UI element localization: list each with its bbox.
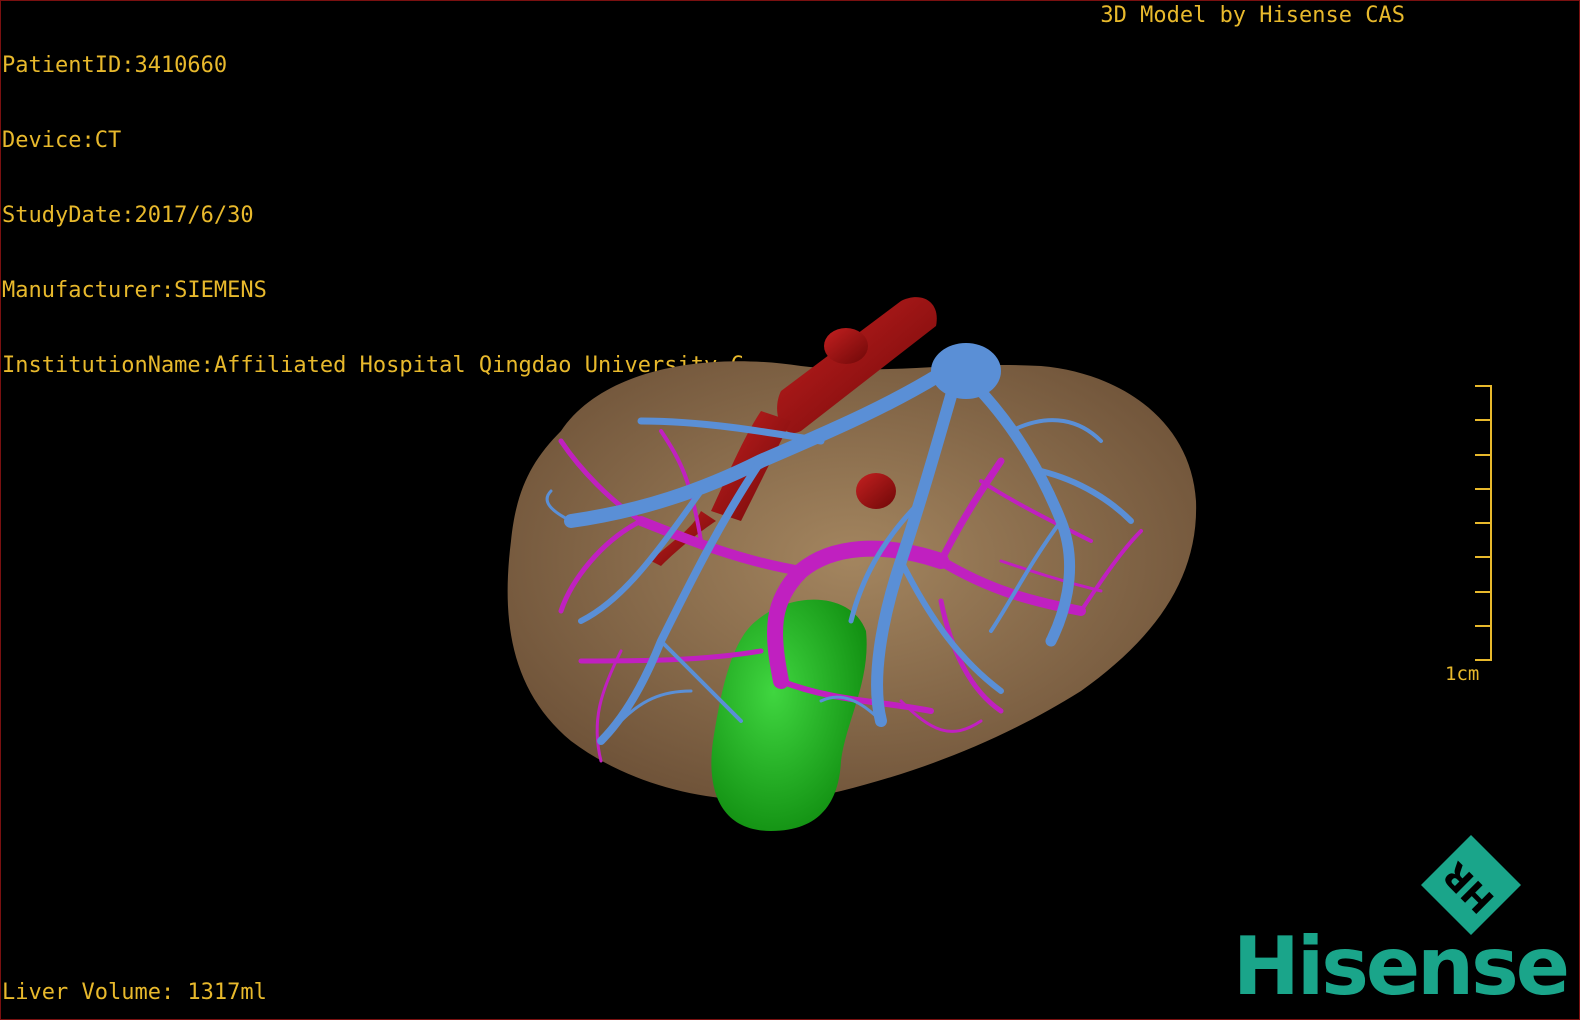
liver-3d-model[interactable] — [1, 1, 1579, 1019]
hisense-logo: Hisense — [1232, 920, 1570, 1013]
scale-label: 1cm — [1445, 663, 1480, 685]
liver-volume-label: Liver Volume: 1317ml — [2, 980, 267, 1005]
3d-viewport[interactable]: PatientID:3410660 Device:CT StudyDate:20… — [0, 0, 1580, 1020]
scale-bar — [1475, 385, 1492, 661]
